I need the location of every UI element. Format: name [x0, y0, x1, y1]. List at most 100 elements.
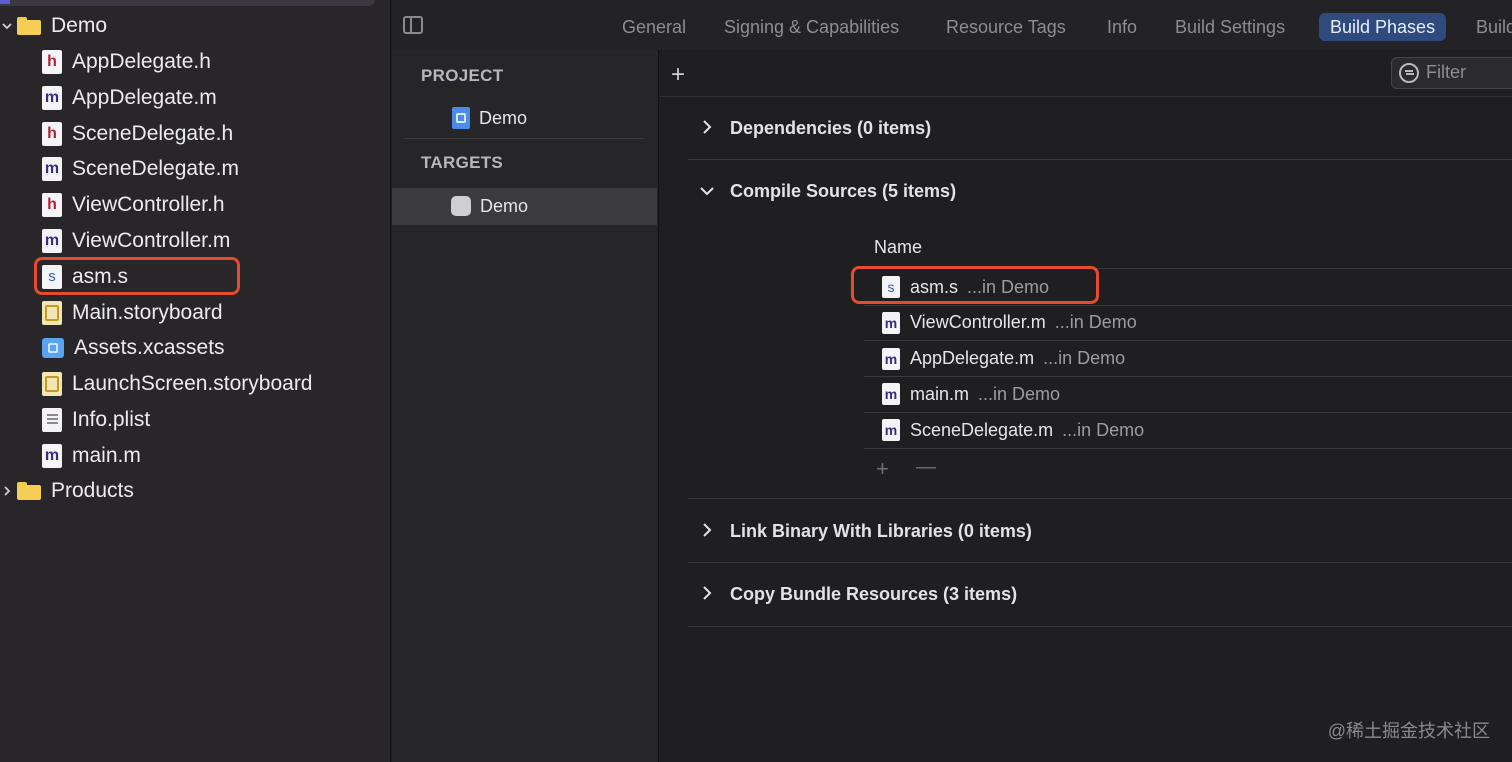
- add-source-button[interactable]: +: [876, 456, 889, 482]
- targets-section-header: TARGETS: [421, 153, 504, 172]
- file-item[interactable]: h AppDelegate.h: [42, 44, 211, 80]
- divider: [688, 562, 1512, 563]
- file-label: Info.plist: [72, 408, 151, 431]
- file-label: main.m: [72, 443, 141, 467]
- filter-placeholder: Filter: [1426, 62, 1466, 82]
- tab-signing-capabilities[interactable]: Signing & Capabilities: [724, 13, 899, 41]
- source-file-name: main.m: [910, 383, 970, 404]
- divider: [688, 626, 1512, 627]
- file-item[interactable]: m SceneDelegate.m: [42, 151, 239, 187]
- file-item[interactable]: LaunchScreen.storyboard: [42, 366, 313, 402]
- highlight-annotation: [851, 266, 1099, 304]
- file-label: AppDelegate.h: [72, 50, 211, 73]
- app-icon: [451, 196, 471, 216]
- folder-icon: [17, 17, 41, 35]
- divider: [864, 447, 1512, 449]
- file-label: ViewController.h: [72, 193, 225, 217]
- highlight-annotation: [34, 257, 240, 295]
- m-file-icon: m: [882, 383, 900, 406]
- filter-icon: [1399, 63, 1419, 83]
- tab-general[interactable]: General: [622, 13, 686, 41]
- m-file-icon: m: [42, 229, 62, 253]
- navigator-top-bar: [0, 0, 375, 6]
- watermark: @稀土掘金技术社区: [1327, 721, 1490, 741]
- h-file-icon: h: [42, 193, 62, 218]
- source-file-location: ...in Demo: [978, 383, 1061, 404]
- compile-source-row[interactable]: m ViewController.m ...in Demo: [882, 306, 1137, 340]
- compile-source-row[interactable]: m main.m ...in Demo: [882, 377, 1060, 411]
- target-item-demo[interactable]: Demo: [451, 188, 528, 224]
- storyboard-file-icon: [42, 372, 62, 397]
- group-products[interactable]: Products: [0, 473, 134, 509]
- project-icon: [452, 107, 470, 129]
- file-label: Main.storyboard: [72, 300, 223, 324]
- divider: [688, 498, 1512, 499]
- build-phases-editor: [660, 50, 1512, 762]
- tab-info[interactable]: Info: [1107, 13, 1137, 41]
- sidebar-toggle-icon[interactable]: [403, 16, 423, 34]
- source-file-name: SceneDelegate.m: [910, 419, 1054, 440]
- storyboard-file-icon: [42, 300, 62, 325]
- m-file-icon: m: [42, 157, 62, 182]
- file-item[interactable]: h ViewController.h: [42, 187, 225, 223]
- project-navigator: Demo h AppDelegate.h m AppDelegate.m h SceneD…: [0, 0, 391, 762]
- project-section-header: PROJECT: [421, 66, 504, 85]
- phase-dependencies[interactable]: Dependencies (0 items): [730, 118, 931, 139]
- targets-panel: PROJECT Demo TARGETS Demo: [392, 50, 659, 762]
- project-item-demo[interactable]: Demo: [452, 100, 527, 136]
- file-label: AppDelegate.m: [72, 85, 217, 109]
- file-label: SceneDelegate.m: [72, 157, 239, 181]
- chevron-right-icon[interactable]: [697, 520, 717, 540]
- phase-copy-bundle-resources[interactable]: Copy Bundle Resources (3 items): [730, 584, 1017, 605]
- chevron-right-icon[interactable]: [697, 117, 717, 137]
- divider: [688, 159, 1512, 160]
- m-file-icon: m: [42, 443, 62, 468]
- h-file-icon: h: [42, 121, 62, 146]
- group-demo[interactable]: Demo: [0, 8, 107, 44]
- file-item[interactable]: m ViewController.m: [42, 223, 230, 259]
- asset-catalog-icon: [42, 338, 64, 359]
- source-file-location: ...in Demo: [1043, 348, 1126, 369]
- h-file-icon: h: [42, 50, 62, 74]
- folder-icon: [17, 482, 41, 500]
- tab-build-settings[interactable]: Build Settings: [1175, 13, 1285, 41]
- chevron-down-icon[interactable]: [0, 19, 14, 33]
- file-item[interactable]: Info.plist: [42, 402, 150, 438]
- file-item[interactable]: m main.m: [42, 438, 141, 474]
- m-file-icon: m: [882, 419, 900, 442]
- target-item-label: Demo: [480, 195, 529, 216]
- group-label: Products: [51, 479, 134, 502]
- compile-source-row[interactable]: m SceneDelegate.m ...in Demo: [882, 413, 1144, 447]
- file-item[interactable]: m AppDelegate.m: [42, 80, 217, 116]
- phase-compile-sources[interactable]: Compile Sources (5 items): [730, 181, 956, 202]
- navigator-top-accent: [0, 0, 10, 4]
- plist-file-icon: [42, 408, 62, 432]
- chevron-right-icon[interactable]: [0, 484, 14, 498]
- phase-link-binary[interactable]: Link Binary With Libraries (0 items): [730, 521, 1032, 542]
- file-label: Assets.xcassets: [74, 336, 225, 360]
- project-item-label: Demo: [479, 107, 528, 128]
- source-file-location: ...in Demo: [1062, 419, 1145, 440]
- column-header-name[interactable]: Name: [874, 237, 922, 258]
- tab-build-rules-clip: Build Rules: [1476, 13, 1512, 41]
- source-file-name: ViewController.m: [910, 312, 1046, 333]
- source-file-name: AppDelegate.m: [910, 348, 1035, 369]
- m-file-icon: m: [882, 347, 900, 370]
- file-label: LaunchScreen.storyboard: [72, 372, 313, 396]
- m-file-icon: m: [882, 311, 900, 334]
- compile-source-row[interactable]: m AppDelegate.m ...in Demo: [882, 342, 1125, 376]
- divider: [660, 96, 1512, 97]
- divider: [404, 138, 644, 139]
- chevron-right-icon[interactable]: [697, 583, 717, 603]
- add-build-phase-button[interactable]: +: [671, 61, 685, 89]
- file-item[interactable]: h SceneDelegate.h: [42, 116, 233, 152]
- remove-source-button[interactable]: —: [916, 456, 936, 479]
- tab-build-rules[interactable]: Build Rules: [1476, 13, 1512, 41]
- source-file-location: ...in Demo: [1054, 312, 1137, 333]
- tab-resource-tags[interactable]: Resource Tags: [946, 13, 1066, 41]
- file-item[interactable]: Assets.xcassets: [42, 330, 225, 366]
- tab-build-phases[interactable]: Build Phases: [1319, 13, 1447, 41]
- file-label: ViewController.m: [72, 229, 231, 252]
- file-item[interactable]: Main.storyboard: [42, 295, 223, 331]
- chevron-down-icon[interactable]: [697, 181, 717, 201]
